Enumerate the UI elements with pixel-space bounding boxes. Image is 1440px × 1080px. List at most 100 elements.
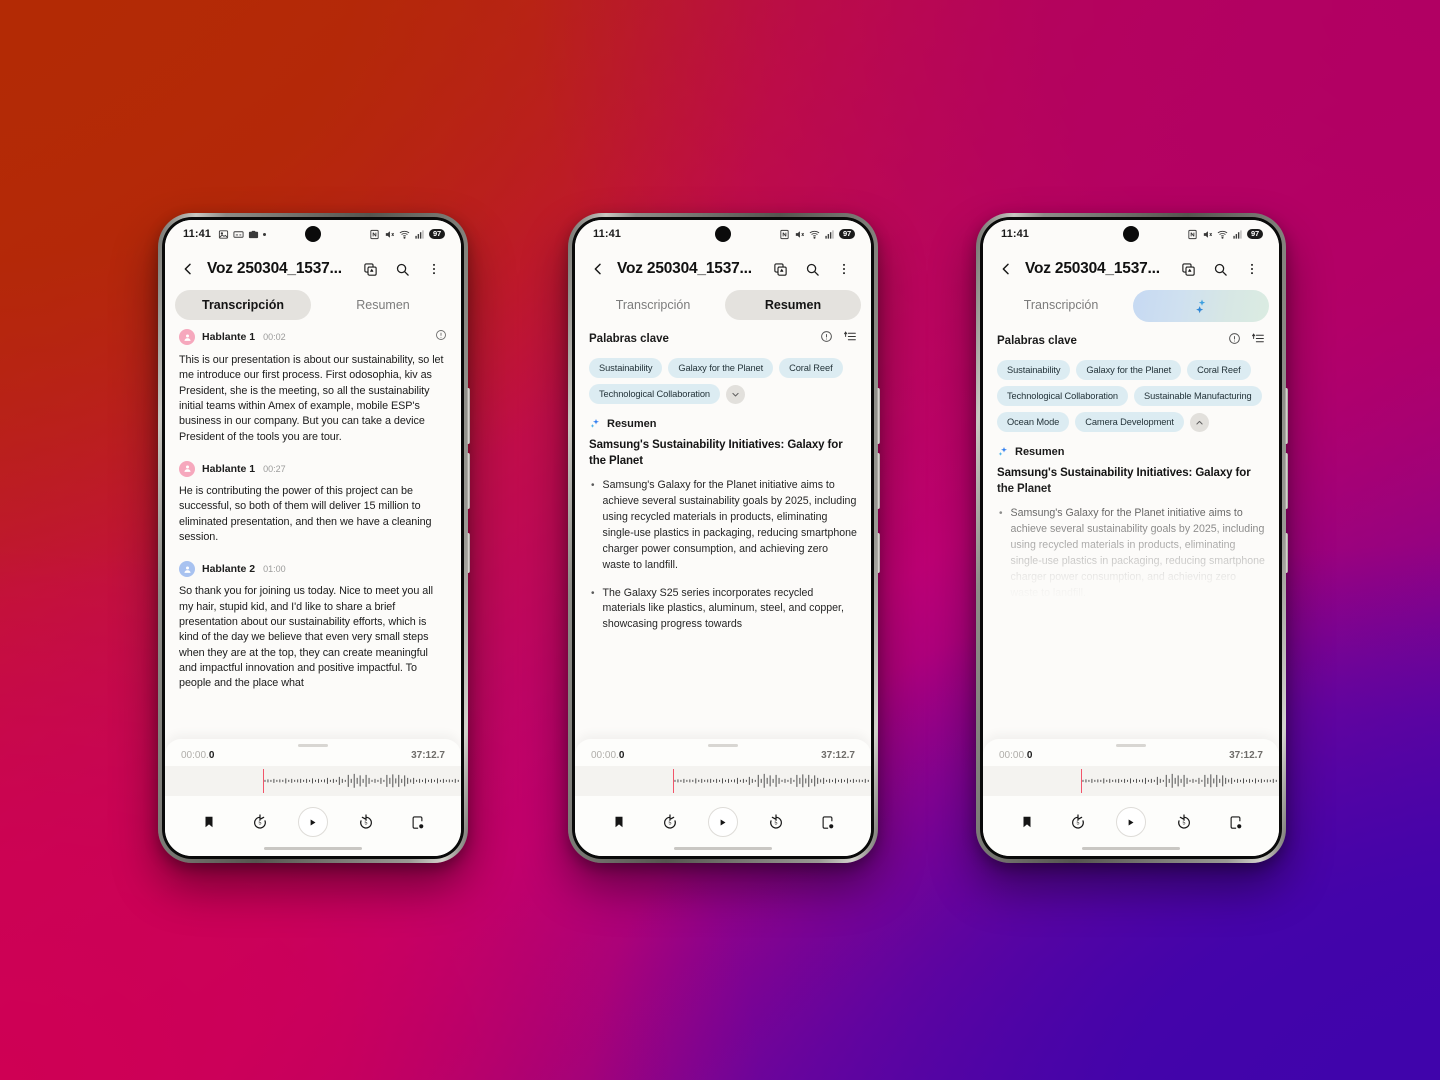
- volume-up-button[interactable]: [467, 388, 470, 444]
- tab-summary-ai[interactable]: [1133, 290, 1269, 322]
- keyword-chip[interactable]: Sustainable Manufacturing: [1134, 386, 1262, 406]
- forward-button[interactable]: 5: [353, 809, 379, 835]
- keywords-sort-button[interactable]: [844, 330, 857, 348]
- bookmark-button[interactable]: [606, 809, 632, 835]
- entry-info-button[interactable]: [435, 328, 447, 346]
- person-icon: [184, 465, 190, 473]
- player-times: 00:00.0 37:12.7: [983, 747, 1279, 766]
- transcription-list[interactable]: Hablante 1 00:02 This is our presentatio…: [165, 328, 461, 739]
- forward-button[interactable]: 5: [763, 809, 789, 835]
- keyword-chip[interactable]: Ocean Mode: [997, 412, 1070, 432]
- keyword-chip[interactable]: Galaxy for the Planet: [1076, 360, 1182, 380]
- translate-pages-button[interactable]: [1175, 256, 1201, 282]
- system-nav-pill[interactable]: [1082, 847, 1180, 850]
- tab-transcription[interactable]: Transcripción: [585, 290, 721, 320]
- back-button[interactable]: [993, 256, 1019, 282]
- tab-summary[interactable]: Resumen: [315, 290, 451, 320]
- play-button[interactable]: [1115, 807, 1146, 837]
- keyword-chip-list: Sustainability Galaxy for the Planet Cor…: [589, 358, 857, 404]
- play-button[interactable]: [297, 807, 328, 837]
- battery-indicator: 97: [839, 228, 855, 240]
- bookmark-button[interactable]: [196, 809, 222, 835]
- volume-down-button[interactable]: [877, 453, 880, 509]
- search-button[interactable]: [389, 256, 415, 282]
- waveform-scrubber[interactable]: [575, 766, 871, 796]
- keyword-chip[interactable]: Sustainability: [997, 360, 1071, 380]
- volume-up-button[interactable]: [1285, 388, 1288, 444]
- current-time-decimal: 0: [208, 750, 215, 761]
- system-nav-pill[interactable]: [264, 847, 362, 850]
- keyword-chip[interactable]: Galaxy for the Planet: [668, 358, 774, 378]
- play-icon: [721, 819, 726, 825]
- tab-summary[interactable]: Resumen: [725, 290, 861, 320]
- volume-down-button[interactable]: [467, 453, 470, 509]
- transcript-text: This is our presentation is about our su…: [179, 354, 444, 443]
- power-button[interactable]: [877, 533, 880, 573]
- keywords-expand-button[interactable]: [726, 384, 746, 404]
- keyword-chip[interactable]: Technological Collaboration: [997, 386, 1129, 406]
- status-bar: 11:41 97: [575, 220, 871, 248]
- more-options-button[interactable]: [421, 256, 447, 282]
- keywords-sort-button[interactable]: [1252, 332, 1265, 350]
- tab-transcription[interactable]: Transcripción: [993, 290, 1129, 322]
- keyword-chip[interactable]: Camera Development: [1075, 412, 1184, 432]
- bookmark-button[interactable]: [1014, 809, 1040, 835]
- waveform-scrubber[interactable]: [165, 766, 461, 796]
- back-button[interactable]: [585, 256, 611, 282]
- power-button[interactable]: [467, 533, 470, 573]
- power-button[interactable]: [1285, 533, 1288, 573]
- keywords-info-button[interactable]: [820, 330, 833, 348]
- tab-transcription[interactable]: Transcripción: [175, 290, 311, 320]
- mute-icon: [1203, 230, 1213, 238]
- rewind-5-icon: 5: [1071, 814, 1084, 829]
- keyword-chip[interactable]: Coral Reef: [779, 358, 843, 378]
- page-title: Voz 250304_1537...: [617, 260, 752, 277]
- note-button[interactable]: [814, 809, 840, 835]
- note-button[interactable]: [404, 809, 430, 835]
- keyword-chip[interactable]: Technological Collaboration: [589, 384, 721, 404]
- more-options-button[interactable]: [1239, 256, 1265, 282]
- waveform-graphic: [1082, 773, 1277, 788]
- note-button[interactable]: [1222, 809, 1248, 835]
- keyword-chip[interactable]: Coral Reef: [1187, 360, 1251, 380]
- more-options-button[interactable]: [831, 256, 857, 282]
- rewind-button[interactable]: 5: [247, 809, 273, 835]
- summary-panel[interactable]: Palabras clave Sustainability Galaxy for…: [575, 328, 871, 739]
- forward-button[interactable]: 5: [1171, 809, 1197, 835]
- rewind-5-icon: 5: [253, 814, 266, 829]
- play-icon: [1129, 819, 1134, 825]
- bookmark-icon: [205, 816, 213, 828]
- wifi-icon: [399, 230, 410, 239]
- rewind-button[interactable]: 5: [657, 809, 683, 835]
- search-button[interactable]: [799, 256, 825, 282]
- rewind-button[interactable]: 5: [1065, 809, 1091, 835]
- back-button[interactable]: [175, 256, 201, 282]
- chevron-left-icon: [594, 263, 601, 275]
- summary-panel[interactable]: Palabras clave Sustainability Galaxy for…: [983, 330, 1279, 739]
- volume-down-button[interactable]: [1285, 453, 1288, 509]
- search-icon: [396, 263, 409, 276]
- signal-icon: [825, 229, 834, 239]
- bullet-marker: •: [591, 587, 595, 599]
- status-clock: 11:41: [1001, 228, 1030, 240]
- current-time-prefix: 00:00.: [591, 750, 619, 761]
- keywords-collapse-button[interactable]: [1189, 412, 1209, 432]
- player-controls: 5 5: [575, 796, 871, 847]
- phone-summary-collapsed: 11:41 97 Voz 250304_1537... Transcripció…: [568, 213, 880, 863]
- status-bar: 11:41 97: [983, 220, 1279, 248]
- keywords-info-button[interactable]: [1228, 332, 1241, 350]
- waveform-scrubber[interactable]: [983, 766, 1279, 796]
- play-button[interactable]: [707, 807, 738, 837]
- search-button[interactable]: [1207, 256, 1233, 282]
- keywords-label: Palabras clave: [997, 335, 1077, 347]
- system-nav-pill[interactable]: [674, 847, 772, 850]
- translate-pages-button[interactable]: [767, 256, 793, 282]
- svg-text:5: 5: [668, 821, 671, 827]
- camera-icon: [248, 230, 259, 238]
- keyword-chip[interactable]: Sustainability: [589, 358, 663, 378]
- svg-text:5: 5: [365, 821, 368, 827]
- volume-up-button[interactable]: [877, 388, 880, 444]
- add-note-icon: [412, 815, 424, 829]
- current-time: 00:00.0: [999, 750, 1032, 761]
- translate-pages-button[interactable]: [357, 256, 383, 282]
